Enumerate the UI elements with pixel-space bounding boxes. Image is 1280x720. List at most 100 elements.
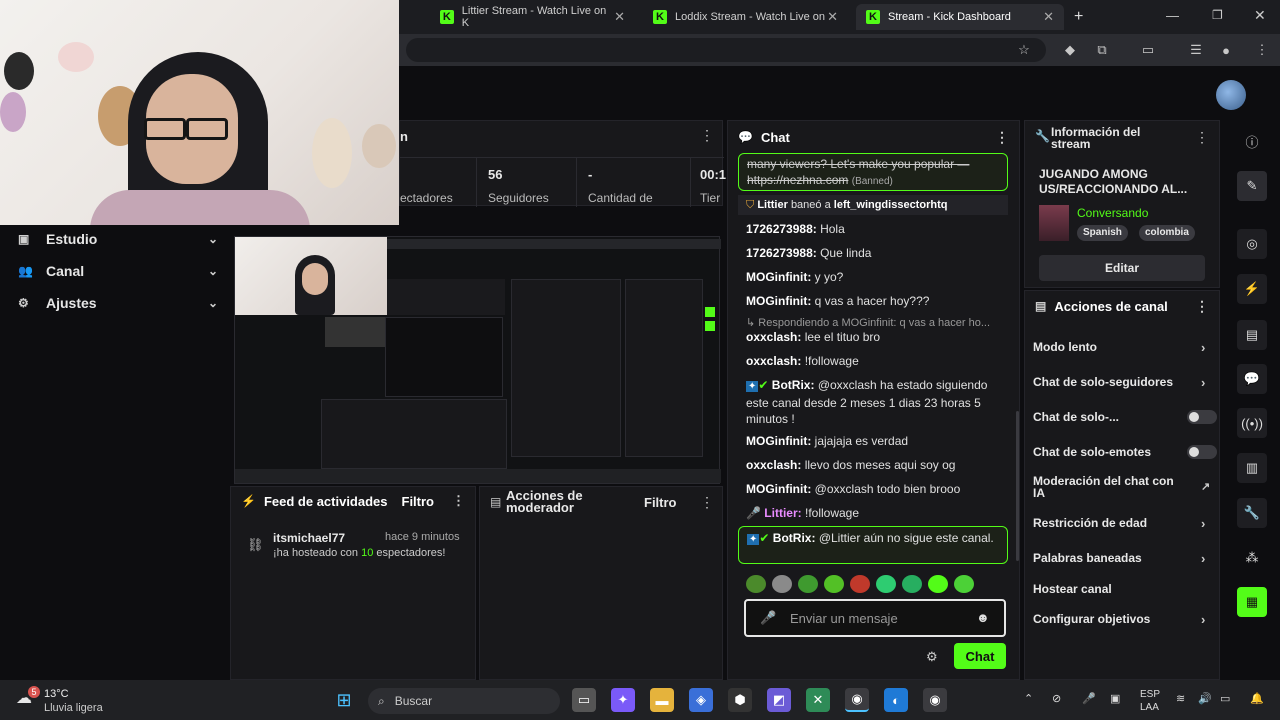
tab-dashboard[interactable]: K Stream - Kick Dashboard ✕ <box>856 4 1064 30</box>
language-bottom[interactable]: LAA <box>1140 702 1159 713</box>
chrome-icon[interactable]: ◉ <box>845 688 869 712</box>
gear-icon: ⚙ <box>18 296 29 310</box>
profile-icon[interactable]: ● <box>1216 40 1236 60</box>
plush-toy <box>0 92 26 132</box>
close-icon[interactable]: ✕ <box>1043 9 1054 25</box>
chat-input[interactable]: 🎤 Enviar un mensaje ☻ <box>744 599 1006 637</box>
chrome-alt-icon[interactable]: ◉ <box>923 688 947 712</box>
monitor-icon[interactable]: ▣ <box>1110 692 1120 705</box>
obs-icon[interactable]: ⬢ <box>728 688 752 712</box>
wrench-icon[interactable]: 🔧 <box>1237 498 1267 528</box>
battery-icon[interactable]: ▭ <box>1220 692 1230 705</box>
file-explorer-icon[interactable]: ▬ <box>650 688 674 712</box>
language-top[interactable]: ESP <box>1140 689 1160 700</box>
sidebar-item-estudio[interactable]: ▣ Estudio ⌄ <box>18 228 218 250</box>
edge-icon[interactable]: ◐ <box>884 688 908 712</box>
tab-littier[interactable]: K Littier Stream - Watch Live on K ✕ <box>430 4 635 30</box>
layout-icon[interactable]: ▥ <box>1237 453 1267 483</box>
emote-icon[interactable] <box>772 575 792 593</box>
action-configurar-objetivos[interactable]: Configurar objetivos › <box>1033 612 1213 627</box>
more-options-icon[interactable]: ⋮ <box>995 129 1009 146</box>
category-name[interactable]: Conversando <box>1077 206 1148 220</box>
xbox-icon[interactable]: ✕ <box>806 688 830 712</box>
cast-icon[interactable]: ▭ <box>1138 40 1158 60</box>
new-tab-button[interactable]: + <box>1074 8 1083 26</box>
divider <box>400 157 724 158</box>
emoji-icon[interactable]: ☻ <box>976 610 990 625</box>
stat-label: ectadores <box>400 191 453 205</box>
windows-start-icon[interactable]: ⊞ <box>332 688 356 712</box>
copilot-icon[interactable]: ✦ <box>611 688 635 712</box>
more-options-icon[interactable]: ⋮ <box>1195 129 1209 146</box>
close-icon[interactable]: ✕ <box>614 9 625 25</box>
stream-preview[interactable] <box>234 236 721 484</box>
more-options-icon[interactable]: ⋮ <box>700 127 714 144</box>
chat-message: 🎤 Littier: !followage <box>746 506 860 520</box>
toggle-switch[interactable] <box>1187 410 1217 424</box>
info-icon[interactable]: ⓘ <box>1237 126 1267 156</box>
toggle-switch[interactable] <box>1187 445 1217 459</box>
app-icon[interactable]: ◩ <box>767 688 791 712</box>
stat-value: 56 <box>488 167 503 182</box>
task-view-icon[interactable]: ▭ <box>572 688 596 712</box>
chat-message: 1726273988: Que linda <box>746 246 872 260</box>
mute-icon[interactable]: ⊘ <box>1052 692 1061 705</box>
star-icon[interactable]: ☆ <box>1014 40 1034 60</box>
action-palabras-baneadas[interactable]: Palabras baneadas › <box>1033 551 1213 566</box>
filter-button[interactable]: Filtro <box>644 495 677 510</box>
maximize-icon[interactable]: ❐ <box>1212 8 1223 22</box>
emote-icon[interactable] <box>902 575 922 593</box>
chevron-up-icon[interactable]: ⌃ <box>1024 692 1033 705</box>
tab-loddix[interactable]: K Loddix Stream - Watch Live on ✕ <box>643 4 848 30</box>
more-options-icon[interactable]: ⋮ <box>700 494 714 511</box>
broadcast-icon[interactable]: ((•)) <box>1237 408 1267 438</box>
pencil-icon[interactable]: ✎ <box>1237 171 1267 201</box>
chat-scrollbar[interactable] <box>1016 411 1019 561</box>
extension-icon[interactable]: ◆ <box>1060 40 1080 60</box>
action-modo-lento[interactable]: Modo lento › <box>1033 340 1213 355</box>
stats-panel: n ⋮ ectadores 56 Seguidores - Cantidad d… <box>399 120 726 207</box>
sidebar-item-canal[interactable]: 👥 Canal ⌄ <box>18 260 218 282</box>
user-avatar[interactable] <box>1216 80 1246 110</box>
clapper-icon[interactable]: ▦ <box>1237 587 1267 617</box>
action-moderacion-ia[interactable]: Moderación del chat con IA ↗ <box>1033 475 1210 499</box>
emote-icon[interactable] <box>928 575 948 593</box>
lightning-icon[interactable]: ⚡ <box>1237 274 1267 304</box>
kick-logo-icon: K <box>440 10 454 24</box>
emote-icon[interactable] <box>824 575 844 593</box>
notification-bell-icon[interactable]: 🔔 <box>1250 692 1264 705</box>
chat-bubble-icon[interactable]: 💬 <box>1237 364 1267 394</box>
camera-icon[interactable]: ◎ <box>1237 229 1267 259</box>
send-chat-button[interactable]: Chat <box>954 643 1006 669</box>
chat-settings-icon[interactable]: ⚙ <box>926 649 938 665</box>
minimize-icon[interactable]: — <box>1166 8 1179 23</box>
url-field[interactable] <box>406 38 1046 62</box>
close-icon[interactable]: ✕ <box>827 9 838 25</box>
emote-icon[interactable] <box>798 575 818 593</box>
sidebar-item-ajustes[interactable]: ⚙ Ajustes ⌄ <box>18 292 218 314</box>
emote-bar[interactable] <box>746 575 1006 595</box>
menu-icon[interactable]: ⋮ <box>1252 40 1272 60</box>
emote-icon[interactable] <box>850 575 870 593</box>
puzzle-icon[interactable]: ⧉ <box>1092 40 1112 60</box>
close-window-icon[interactable]: ✕ <box>1254 7 1266 24</box>
emote-icon[interactable] <box>876 575 896 593</box>
media-icon[interactable]: ☰ <box>1186 40 1206 60</box>
microphone-icon[interactable]: 🎤 <box>1082 692 1096 705</box>
filter-button[interactable]: Filtro <box>402 494 435 509</box>
apps-icon[interactable]: ⁂ <box>1237 543 1267 573</box>
taskbar-search[interactable]: ⌕ Buscar <box>368 688 560 714</box>
document-icon[interactable]: ▤ <box>1237 320 1267 350</box>
emote-icon[interactable] <box>746 575 766 593</box>
tag-badge: colombia <box>1139 225 1195 241</box>
action-solo-seguidores[interactable]: Chat de solo-seguidores › <box>1033 375 1213 390</box>
store-icon[interactable]: ◈ <box>689 688 713 712</box>
more-options-icon[interactable]: ⋮ <box>452 493 465 509</box>
more-options-icon[interactable]: ⋮ <box>1195 298 1209 315</box>
volume-icon[interactable]: 🔊 <box>1198 692 1212 705</box>
wifi-icon[interactable]: ≋ <box>1176 692 1185 705</box>
edit-button[interactable]: Editar <box>1039 255 1205 281</box>
action-hostear-canal[interactable]: Hostear canal <box>1033 582 1213 596</box>
emote-icon[interactable] <box>954 575 974 593</box>
action-restriccion-edad[interactable]: Restricción de edad › <box>1033 516 1213 531</box>
